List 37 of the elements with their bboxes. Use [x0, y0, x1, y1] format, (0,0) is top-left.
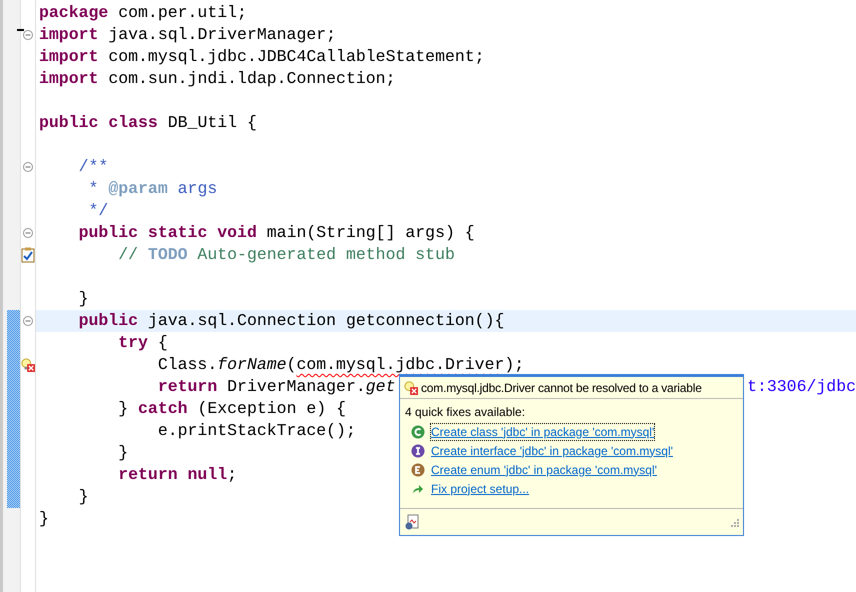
quick-fix-link[interactable]: Create interface 'jdbc' in package 'com.mysql' — [431, 442, 673, 458]
resize-grip-icon[interactable] — [729, 517, 739, 527]
code-line: return DriverManager.get — [156, 376, 396, 398]
collapse-icon[interactable] — [23, 316, 33, 326]
code-line: } — [117, 442, 128, 464]
quick-fix-link[interactable]: Create class 'jdbc' in package 'com.mysql' — [431, 424, 654, 440]
collapse-icon[interactable] — [23, 162, 33, 172]
collapse-icon[interactable] — [23, 30, 33, 40]
code-line: e.printStackTrace(); — [156, 420, 356, 442]
collapse-icon[interactable] — [23, 228, 33, 238]
code-line: t:3306/jdbc — [747, 376, 856, 398]
code-line: package com.per.util; — [39, 2, 247, 24]
quick-fix-link[interactable]: Create enum 'jdbc' in package 'com.mysql' — [431, 462, 657, 478]
code-line: public java.sql.Connection getconnection(){ — [78, 310, 504, 332]
code-line: try { — [117, 332, 168, 354]
code-line: public static void main(String[] args) { — [78, 222, 475, 244]
code-line: } catch (Exception e) { — [117, 398, 346, 420]
code-line: } — [78, 288, 89, 310]
code-line: Class.forName(com.mysql.jdbc.Driver); — [156, 354, 524, 376]
code-line: } — [78, 486, 89, 508]
code-line: /** — [78, 156, 108, 178]
code-line: import com.sun.jndi.ldap.Connection; — [39, 68, 396, 90]
error-lightbulb-icon — [404, 380, 418, 394]
error-lightbulb-icon[interactable] — [21, 357, 35, 373]
code-line: return null; — [117, 464, 238, 486]
code-line: import java.sql.DriverManager; — [39, 24, 336, 46]
code-line: import com.mysql.jdbc.JDBC4CallableStatement; — [39, 46, 485, 68]
code-line: public class DB_Util { — [39, 112, 257, 134]
quick-fix-link[interactable]: Fix project setup... — [431, 480, 530, 496]
quick-fix-summary: 4 quick fixes available: — [405, 404, 526, 421]
code-line: } — [39, 508, 49, 530]
code-line: * @param args — [88, 178, 218, 200]
code-line: */ — [88, 200, 108, 222]
error-message: com.mysql.jdbc.Driver cannot be resolved to a variable — [421, 380, 702, 396]
text-cursor — [17, 29, 24, 31]
code-line: // TODO Auto-generated method stub — [117, 244, 455, 266]
preferences-icon[interactable] — [404, 514, 420, 530]
